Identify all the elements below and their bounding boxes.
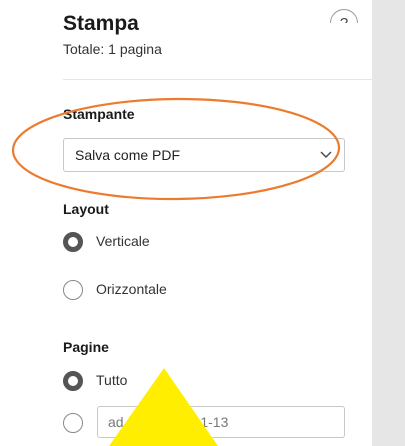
radio-button[interactable] bbox=[63, 413, 83, 433]
radio-button[interactable] bbox=[63, 280, 83, 300]
print-preview-area bbox=[372, 0, 405, 446]
radio-button-checked[interactable] bbox=[63, 232, 83, 252]
chevron-down-icon bbox=[320, 151, 332, 158]
page-count-text: Totale: 1 pagina bbox=[63, 41, 162, 57]
layout-option-label: Verticale bbox=[96, 233, 150, 249]
header-divider bbox=[63, 79, 372, 80]
print-settings-panel: Stampa Totale: 1 pagina ? Stampante Salv… bbox=[0, 0, 372, 446]
printer-section-label: Stampante bbox=[63, 106, 135, 122]
printer-select[interactable]: Salva come PDF bbox=[63, 138, 345, 172]
pages-section-label: Pagine bbox=[63, 339, 109, 355]
question-mark-icon[interactable]: ? bbox=[330, 9, 358, 32]
pages-range-input[interactable] bbox=[97, 406, 345, 438]
pages-option-label: Tutto bbox=[96, 372, 128, 388]
printer-select-value: Salva come PDF bbox=[75, 147, 181, 163]
layout-section-label: Layout bbox=[63, 201, 109, 217]
help-glyph: ? bbox=[339, 14, 349, 32]
layout-option-label: Orizzontale bbox=[96, 281, 167, 297]
radio-button-checked[interactable] bbox=[63, 371, 83, 391]
dialog-title: Stampa bbox=[63, 12, 139, 35]
